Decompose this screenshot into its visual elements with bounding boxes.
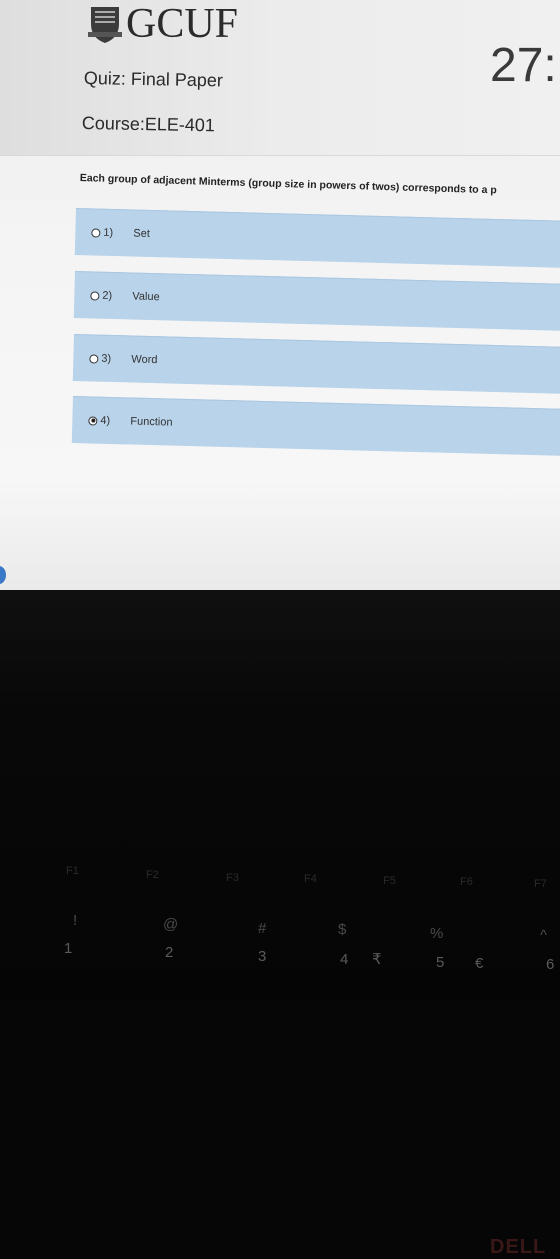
option-number: 4) bbox=[100, 414, 111, 427]
quiz-screen: GCUF 27: Quiz: Final Paper Course:ELE-40… bbox=[0, 0, 560, 600]
radio-button[interactable] bbox=[91, 227, 101, 238]
answer-option-2[interactable]: 2) Value bbox=[73, 271, 560, 332]
key-4[interactable]: 4 bbox=[340, 951, 348, 968]
option-label: Word bbox=[131, 353, 158, 367]
option-label: Value bbox=[132, 290, 160, 304]
brand-logo: DELL bbox=[490, 1236, 547, 1258]
option-number: 3) bbox=[101, 352, 112, 365]
answer-option-1[interactable]: 1) Set bbox=[74, 208, 560, 269]
key-2[interactable]: 2 bbox=[165, 944, 173, 961]
key-f3[interactable]: F3 bbox=[226, 872, 239, 884]
side-indicator bbox=[0, 566, 6, 584]
course-label: Course:ELE-401 bbox=[81, 113, 216, 136]
radio-button[interactable] bbox=[90, 290, 100, 301]
key-f1[interactable]: F1 bbox=[66, 865, 79, 877]
option-number: 1) bbox=[103, 226, 114, 239]
key-percent[interactable]: % bbox=[430, 925, 443, 942]
quiz-title: Quiz: Final Paper bbox=[83, 68, 224, 91]
option-number: 2) bbox=[102, 289, 113, 302]
key-at[interactable]: @ bbox=[163, 916, 178, 933]
option-label: Function bbox=[130, 415, 173, 429]
key-f6[interactable]: F6 bbox=[460, 876, 473, 888]
university-logo: GCUF bbox=[88, 2, 238, 46]
answer-option-4[interactable]: 4) Function bbox=[71, 396, 560, 457]
key-f5[interactable]: F5 bbox=[383, 875, 396, 887]
crest-icon bbox=[88, 7, 122, 43]
radio-button-selected[interactable] bbox=[88, 415, 98, 426]
answer-option-3[interactable]: 3) Word bbox=[72, 334, 560, 395]
key-f4[interactable]: F4 bbox=[304, 873, 317, 885]
question-text: Each group of adjacent Minterms (group s… bbox=[79, 172, 497, 197]
rupee-glyph: ₹ bbox=[372, 951, 382, 968]
key-6[interactable]: 6 bbox=[546, 956, 554, 973]
key-exclamation[interactable]: ! bbox=[73, 912, 77, 929]
key-5[interactable]: 5 bbox=[436, 954, 444, 971]
key-caret[interactable]: ^ bbox=[540, 927, 547, 944]
header-bar: GCUF 27: Quiz: Final Paper Course:ELE-40… bbox=[0, 0, 560, 156]
laptop-bezel: DELL bbox=[0, 590, 560, 1258]
quiz-timer: 27: bbox=[490, 39, 557, 92]
option-label: Set bbox=[133, 227, 151, 240]
key-hash[interactable]: # bbox=[258, 920, 266, 937]
key-dollar[interactable]: $ bbox=[338, 921, 346, 938]
radio-button[interactable] bbox=[89, 353, 99, 364]
key-f2[interactable]: F2 bbox=[146, 869, 159, 881]
key-1[interactable]: 1 bbox=[64, 940, 72, 957]
key-f7[interactable]: F7 bbox=[534, 878, 547, 890]
euro-glyph: € bbox=[475, 955, 484, 972]
logo-text: GCUF bbox=[126, 1, 239, 47]
key-3[interactable]: 3 bbox=[258, 948, 266, 965]
